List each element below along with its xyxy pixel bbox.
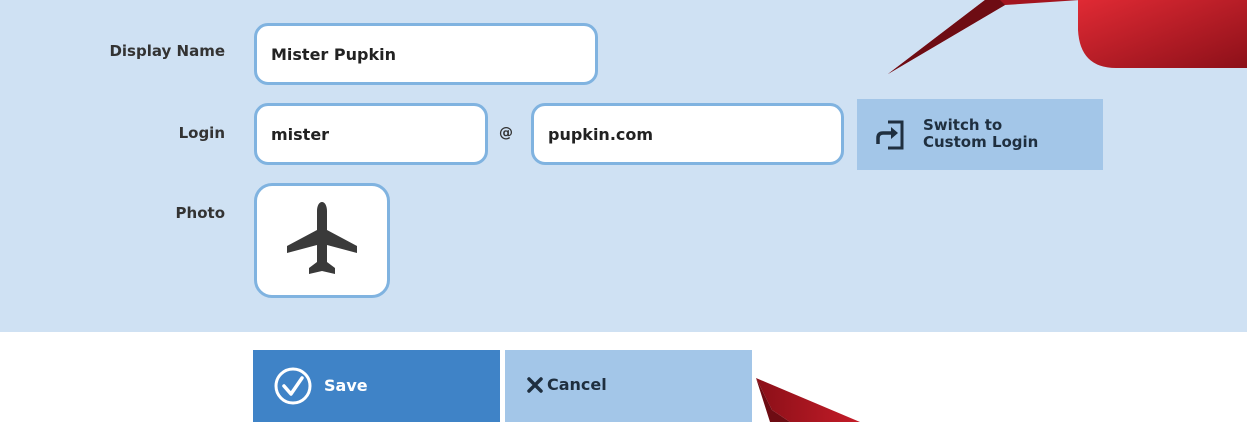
cancel-button[interactable]: Cancel (505, 350, 752, 422)
check-circle-icon (273, 366, 313, 406)
x-icon (527, 377, 543, 393)
login-user-input[interactable]: mister (254, 103, 488, 165)
photo-label: Photo (175, 204, 225, 222)
photo-picker[interactable] (254, 183, 390, 298)
user-edit-form-page: Display Name Mister Pupkin Login mister … (0, 0, 1247, 422)
display-name-label: Display Name (109, 42, 225, 60)
save-button-label: Save (324, 376, 368, 395)
sign-in-arrow-icon (874, 118, 908, 152)
login-domain-input[interactable]: pupkin.com (531, 103, 844, 165)
switch-button-line2: Custom Login (923, 133, 1039, 151)
login-label: Login (178, 124, 225, 142)
airplane-icon (287, 202, 357, 274)
cancel-button-label: Cancel (547, 375, 607, 394)
at-symbol: @ (499, 125, 513, 141)
display-name-input[interactable]: Mister Pupkin (254, 23, 598, 85)
switch-to-custom-login-button[interactable]: Switch to Custom Login (857, 99, 1103, 170)
save-button[interactable]: Save (253, 350, 500, 422)
switch-button-label: Switch to Custom Login (923, 117, 1093, 151)
form-panel: Display Name Mister Pupkin Login mister … (0, 0, 1247, 332)
switch-button-line1: Switch to (923, 116, 1003, 134)
